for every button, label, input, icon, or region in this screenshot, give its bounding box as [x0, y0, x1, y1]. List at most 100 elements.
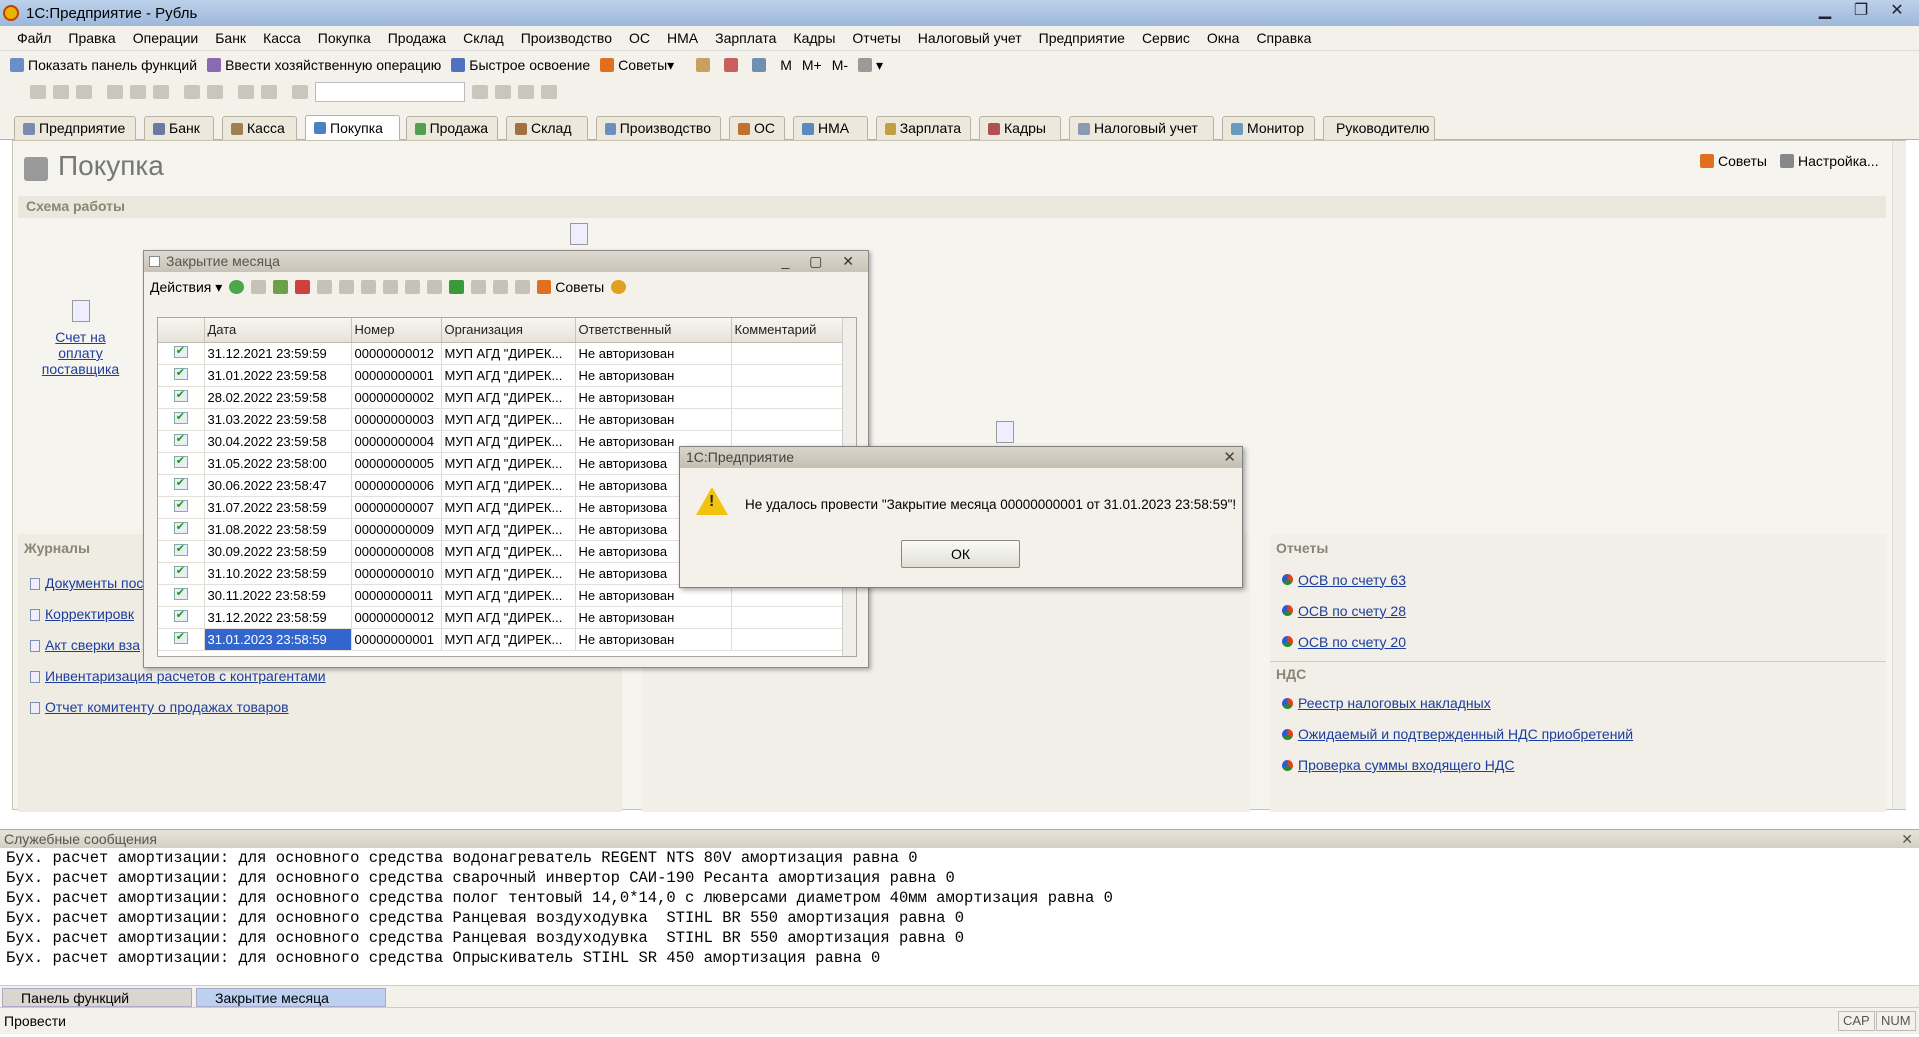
- calendar-button[interactable]: [696, 58, 714, 72]
- structure-icon[interactable]: [493, 280, 509, 294]
- help-icon[interactable]: [611, 280, 627, 294]
- reports-link[interactable]: ОСВ по счету 28: [1298, 603, 1406, 619]
- tab-1[interactable]: Банк: [144, 116, 214, 140]
- enter-operation-button[interactable]: Ввести хозяйственную операцию: [207, 57, 441, 73]
- menu-item[interactable]: ОС: [629, 30, 650, 46]
- tab-12[interactable]: Монитор: [1222, 116, 1315, 140]
- reports-link[interactable]: ОСВ по счету 20: [1298, 634, 1406, 650]
- show-panel-button[interactable]: Показать панель функций: [10, 57, 197, 73]
- tab-3[interactable]: Покупка: [305, 115, 400, 140]
- tips-button[interactable]: Советы ▾: [600, 57, 674, 74]
- journal-link[interactable]: Корректировк: [45, 599, 134, 630]
- reports-link[interactable]: ОСВ по счету 63: [1298, 572, 1406, 588]
- copy-icon[interactable]: [130, 85, 146, 99]
- tab-6[interactable]: Производство: [596, 116, 721, 140]
- invoice-link[interactable]: Счет на оплату поставщика: [38, 329, 123, 377]
- menu-item[interactable]: НМА: [667, 30, 698, 46]
- menu-item[interactable]: Продажа: [388, 30, 446, 46]
- table-row[interactable]: 31.01.2022 23:59:5800000000001МУП АГД "Д…: [158, 364, 843, 387]
- copy-icon[interactable]: [251, 280, 267, 294]
- menu-item[interactable]: Отчеты: [852, 30, 900, 46]
- menu-item[interactable]: Правка: [68, 30, 115, 46]
- columns-icon[interactable]: [515, 280, 531, 294]
- tab-2[interactable]: Касса: [222, 116, 297, 140]
- tools-button[interactable]: ▾: [858, 57, 883, 74]
- messages-close-icon[interactable]: ✕: [1901, 830, 1913, 848]
- menu-item[interactable]: Склад: [463, 30, 504, 46]
- interval-icon[interactable]: [317, 280, 333, 294]
- info-icon[interactable]: [541, 85, 557, 99]
- find-next-icon[interactable]: [472, 85, 488, 99]
- dialog-close-icon[interactable]: ✕: [1223, 447, 1236, 468]
- preview-icon[interactable]: [207, 85, 223, 99]
- menu-item[interactable]: Налоговый учет: [918, 30, 1022, 46]
- cut-icon[interactable]: [107, 85, 123, 99]
- tab-11[interactable]: Налоговый учет: [1069, 116, 1214, 140]
- vat-link[interactable]: Проверка суммы входящего НДС: [1298, 749, 1514, 782]
- table-row[interactable]: 31.03.2022 23:59:5800000000003МУП АГД "Д…: [158, 408, 843, 431]
- save-icon[interactable]: [76, 85, 92, 99]
- menu-item[interactable]: Банк: [215, 30, 246, 46]
- journal-link[interactable]: Отчет комитенту о продажах товаров: [45, 692, 289, 723]
- responsible-column[interactable]: Ответственный: [575, 318, 732, 343]
- add-icon[interactable]: [229, 280, 245, 294]
- close-icon[interactable]: ✕: [1881, 0, 1913, 22]
- redo-icon[interactable]: [261, 85, 277, 99]
- menu-item[interactable]: Кадры: [793, 30, 835, 46]
- tab-8[interactable]: НМА: [793, 116, 868, 140]
- actions-menu[interactable]: Действия ▾: [150, 279, 222, 296]
- date-column[interactable]: Дата: [204, 318, 352, 343]
- menu-item[interactable]: Сервис: [1142, 30, 1190, 46]
- open-icon[interactable]: [53, 85, 69, 99]
- menu-item[interactable]: Справка: [1256, 30, 1311, 46]
- filter-list-icon[interactable]: [405, 280, 421, 294]
- organization-column[interactable]: Организация: [441, 318, 576, 343]
- menu-item[interactable]: Файл: [17, 30, 51, 46]
- filter-by-value-icon[interactable]: [383, 280, 399, 294]
- task-function-panel[interactable]: Панель функций: [2, 988, 192, 1007]
- minimize-icon[interactable]: ▁: [1809, 0, 1841, 22]
- tab-13[interactable]: Руководителю: [1323, 116, 1435, 140]
- window-controls[interactable]: _ ▢ ✕: [781, 251, 862, 272]
- link-item[interactable]: Ожидаемый и подтвержденный НДС приобрете…: [1282, 719, 1633, 750]
- edit-icon[interactable]: [273, 280, 289, 294]
- link-item[interactable]: ОСВ по счету 28: [1282, 595, 1406, 626]
- link-item[interactable]: Реестр налоговых накладных: [1282, 688, 1633, 719]
- tab-10[interactable]: Кадры: [979, 116, 1061, 140]
- restore-icon[interactable]: ❐: [1845, 0, 1877, 22]
- table-row[interactable]: 31.12.2021 23:59:5900000000012МУП АГД "Д…: [158, 342, 843, 365]
- vat-link[interactable]: Ожидаемый и подтвержденный НДС приобрете…: [1298, 718, 1633, 751]
- windows-icon[interactable]: [518, 85, 534, 99]
- refresh-icon[interactable]: [449, 280, 465, 294]
- page-settings-button[interactable]: Настройка...: [1780, 153, 1879, 169]
- tab-5[interactable]: Склад: [506, 116, 588, 140]
- journal-item[interactable]: Отчет комитенту о продажах товаров: [30, 692, 326, 723]
- print-icon[interactable]: [184, 85, 200, 99]
- tab-4[interactable]: Продажа: [406, 116, 498, 140]
- closing-tips-button[interactable]: Советы: [537, 279, 604, 295]
- ok-button[interactable]: ОК: [901, 540, 1020, 568]
- filter-icon[interactable]: [361, 280, 377, 294]
- tab-0[interactable]: Предприятие: [14, 116, 136, 140]
- clear-filter-icon[interactable]: [427, 280, 443, 294]
- find-prev-icon[interactable]: [495, 85, 511, 99]
- link-item[interactable]: Проверка суммы входящего НДС: [1282, 750, 1633, 781]
- memory-plus-button[interactable]: М+: [802, 57, 822, 73]
- tab-9[interactable]: Зарплата: [876, 116, 971, 140]
- search-input[interactable]: [315, 82, 465, 102]
- page-tips-button[interactable]: Советы: [1700, 153, 1767, 169]
- search-icon[interactable]: [292, 85, 308, 99]
- task-closing-month[interactable]: Закрытие месяца: [196, 988, 386, 1007]
- link-item[interactable]: ОСВ по счету 63: [1282, 564, 1406, 595]
- quick-start-button[interactable]: Быстрое освоение: [451, 57, 590, 73]
- vat-link[interactable]: Реестр налоговых накладных: [1298, 687, 1491, 720]
- memory-button[interactable]: М: [780, 57, 792, 73]
- delete-icon[interactable]: [295, 280, 311, 294]
- status-column[interactable]: [158, 318, 205, 343]
- sort-icon[interactable]: [471, 280, 487, 294]
- invoice-doc-icon[interactable]: [72, 300, 90, 322]
- menu-item[interactable]: Предприятие: [1039, 30, 1125, 46]
- users-button[interactable]: [752, 58, 770, 72]
- menu-item[interactable]: Касса: [263, 30, 301, 46]
- comment-column[interactable]: Комментарий: [731, 318, 843, 343]
